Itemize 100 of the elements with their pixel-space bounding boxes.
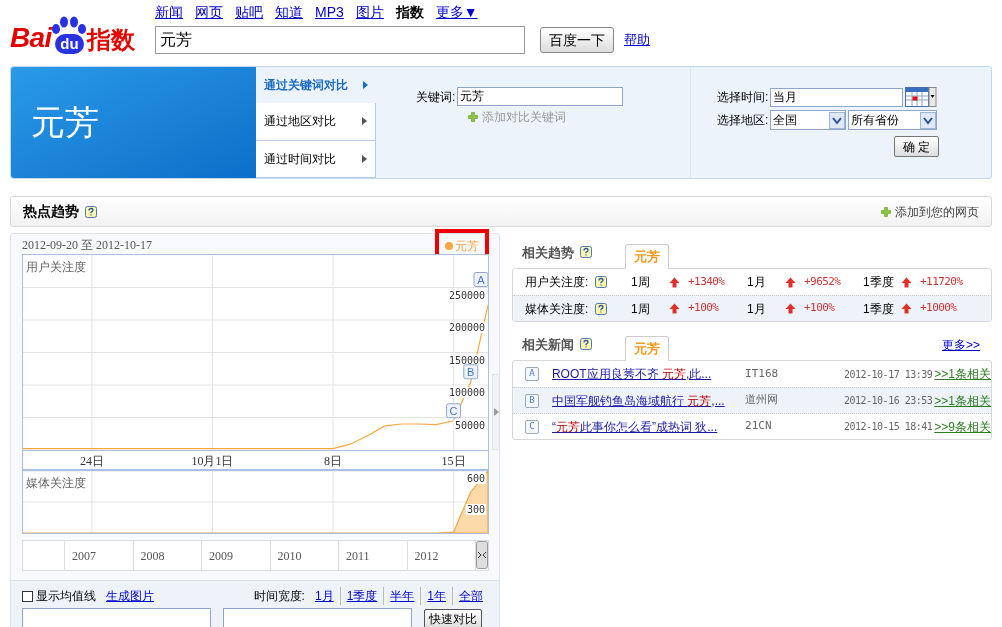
compare-tab[interactable]: 通过地区对比 (256, 103, 376, 141)
annotation: B (467, 365, 475, 378)
letter-badge: B (525, 393, 539, 408)
triangle-icon (493, 408, 499, 416)
region-select[interactable]: 全国 (770, 110, 847, 130)
nav-link[interactable]: 新闻 (155, 2, 183, 23)
y-tick-label: 200000 (448, 322, 485, 333)
span-link[interactable]: 1年 (427, 589, 446, 603)
related-link[interactable]: >>1条相关 (934, 365, 991, 383)
period-label: 1月 (747, 300, 767, 318)
up-arrow-icon (669, 276, 680, 288)
y-tick-label: 300 (466, 504, 485, 515)
related-link[interactable]: >>9条相关 (934, 417, 991, 436)
compare-tab[interactable]: 通过时间对比 (256, 140, 376, 178)
keyword-title: 元芳 (31, 102, 99, 143)
legend-label: 元芳 (455, 237, 479, 255)
period-label: 1季度 (863, 300, 895, 318)
period-label: 1季度 (863, 274, 895, 291)
triangle-icon (363, 81, 368, 90)
y-tick-label: 50000 (454, 419, 485, 431)
caret-icon (829, 111, 846, 129)
y-tick-label: 250000 (448, 289, 485, 301)
event-marker[interactable]: B (463, 364, 479, 380)
chart-label: 媒体关注度 (26, 474, 86, 492)
help-icon[interactable] (580, 246, 592, 259)
x-tick-label: 8日 (324, 454, 342, 468)
help-icon[interactable] (580, 338, 592, 351)
up-arrow-icon (785, 303, 796, 314)
related-trends-title: 相关趋势 (522, 243, 574, 262)
province-select[interactable]: 所有省份 (848, 110, 938, 130)
nav-link[interactable]: 图片 (355, 2, 384, 23)
plus-icon (468, 112, 478, 122)
paw-icon (51, 16, 88, 34)
up-arrow-icon (785, 276, 796, 288)
help-icon[interactable] (85, 205, 97, 218)
related-link[interactable]: >>1条相关 (934, 391, 991, 410)
span-link[interactable]: 全部 (459, 589, 483, 603)
nav-link[interactable]: 指数 (395, 2, 424, 23)
news-link[interactable]: ROOT应用良莠不齐 元芳,此... (551, 365, 746, 383)
annotation: C (449, 404, 458, 417)
help-link[interactable]: 帮助 (624, 30, 650, 50)
year-label[interactable]: 2007 (65, 541, 134, 570)
span-link[interactable]: 1季度 (346, 589, 378, 603)
average-line-checkbox[interactable]: 显示均值线 (22, 587, 96, 605)
related-news-title: 相关新闻 (522, 335, 574, 354)
time-field[interactable]: 当月 (770, 87, 904, 107)
event-marker[interactable]: C (446, 403, 462, 419)
nav-link[interactable]: 知道 (275, 2, 303, 23)
keyword-label: 关键词: (416, 88, 456, 106)
year-label[interactable]: 2011 (339, 541, 408, 570)
year-label[interactable]: 2010 (270, 541, 339, 570)
generate-image-link[interactable]: 生成图片 (106, 587, 154, 605)
news-source: 21CN (745, 418, 773, 435)
nav-link[interactable]: 贴吧 (235, 2, 263, 23)
help-icon[interactable] (595, 276, 607, 288)
add-to-page-link[interactable]: 添加到您的网页 (895, 202, 979, 221)
triangle-icon (362, 154, 367, 163)
logo-badge: du (55, 34, 84, 54)
x-tick-label: 24日 (79, 454, 104, 468)
change-value: +9652% (804, 273, 841, 290)
change-value: +100% (804, 300, 835, 317)
change-value: +11720% (920, 273, 963, 290)
search-field[interactable]: 元芳 (155, 26, 525, 54)
annotation: A (477, 273, 486, 286)
range-handle[interactable] (476, 541, 488, 569)
letter-badge: A (525, 367, 539, 381)
news-source: IT168 (745, 365, 780, 382)
period-label: 1周 (631, 274, 651, 291)
more-link[interactable]: 更多>> (942, 336, 980, 354)
nav-link[interactable]: MP3 (315, 2, 344, 23)
quick-compare-button[interactable]: 快速对比 (424, 609, 482, 627)
calendar-icon[interactable] (905, 87, 938, 107)
confirm-button[interactable]: 确 定 (893, 136, 939, 157)
span-label: 时间宽度: (253, 588, 305, 605)
chart-label: 用户关注度 (26, 258, 86, 276)
collapse-handle[interactable] (492, 374, 500, 450)
compare-field[interactable] (223, 608, 412, 627)
nav-link[interactable]: 网页 (195, 2, 223, 23)
help-icon[interactable] (595, 302, 607, 315)
year-label[interactable]: 2009 (202, 541, 271, 570)
news-time: 2012-10-17 13:39 (842, 367, 933, 382)
span-link[interactable]: 1月 (314, 589, 334, 603)
compare-field[interactable] (22, 608, 211, 627)
y-tick-label: 600 (466, 473, 485, 484)
span-link[interactable]: 半年 (390, 589, 415, 603)
section-title: 热点趋势 (23, 202, 79, 221)
nav-link[interactable]: 更多▼ (435, 2, 478, 23)
keyword-field[interactable]: 元芳 (457, 87, 624, 106)
news-time: 2012-10-15 18:41 (842, 420, 933, 434)
news-link[interactable]: “元芳此事你怎么看”成热词 狄... (551, 417, 746, 436)
date-range: 2012-09-20 至 2012-10-17 (22, 236, 152, 254)
news-link[interactable]: 中国军舰钓鱼岛海域航行 元芳,... (551, 391, 746, 410)
event-marker[interactable]: A (473, 272, 488, 287)
caret-icon (920, 111, 937, 129)
year-label[interactable]: 2008 (133, 541, 202, 570)
trend-label: 用户关注度: (525, 274, 590, 291)
search-button[interactable]: 百度一下 (540, 27, 614, 53)
time-label: 选择时间: (717, 89, 769, 106)
letter-badge: C (525, 419, 539, 434)
logo-suffix: 指数 (87, 28, 136, 52)
